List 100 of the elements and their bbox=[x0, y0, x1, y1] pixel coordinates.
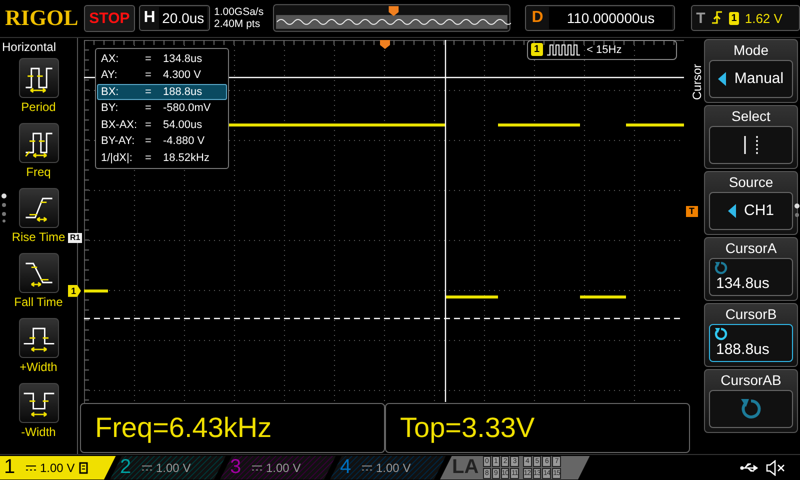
softkey-value-box[interactable]: Manual bbox=[709, 60, 793, 98]
channel-number: 2 bbox=[120, 456, 132, 480]
softkey-label: CursorA bbox=[725, 238, 777, 258]
measure-button[interactable] bbox=[18, 122, 58, 163]
channel-scale: 1.00 V bbox=[266, 460, 301, 475]
equals-sign: = bbox=[145, 118, 152, 132]
readout-label: BX: bbox=[101, 84, 120, 100]
softkey-value-box[interactable]: 188.8us bbox=[709, 324, 793, 362]
run-stop-status[interactable]: STOP bbox=[84, 4, 135, 32]
softkey-panel[interactable]: CursorAB bbox=[704, 368, 798, 433]
rotate-icon bbox=[714, 260, 728, 275]
equals-sign: = bbox=[145, 134, 152, 149]
softkey-value: 134.8us bbox=[716, 274, 770, 292]
brand-logo: RIGOL bbox=[5, 5, 80, 32]
readout-value: 188.8us bbox=[163, 84, 202, 100]
readout-label: BY-AY: bbox=[101, 134, 136, 149]
channel-scale: 1.00 V bbox=[376, 460, 411, 475]
softkey-panel[interactable]: Source CH1 bbox=[704, 170, 798, 235]
measure-button[interactable] bbox=[18, 58, 58, 98]
readout-value: -4.880 V bbox=[163, 134, 205, 149]
trigger-level-marker[interactable]: T bbox=[686, 206, 698, 217]
softkey-label: CursorAB bbox=[720, 370, 782, 390]
timebase-label: H bbox=[142, 9, 156, 28]
readout-value: 4.300 V bbox=[163, 68, 201, 83]
measure-label: Period bbox=[21, 100, 56, 114]
measure-label: Fall Time bbox=[14, 294, 63, 309]
reference-marker: R1 bbox=[68, 232, 82, 243]
softkey-panel[interactable]: CursorA 134.8us bbox=[704, 236, 798, 301]
channel-number: 4 bbox=[340, 456, 352, 480]
equals-sign: = bbox=[145, 68, 152, 83]
trigger-level: 1.62 V bbox=[744, 10, 782, 26]
dc-coupling-icon bbox=[142, 464, 152, 471]
measure-button[interactable] bbox=[18, 382, 58, 423]
measure-button[interactable] bbox=[18, 188, 58, 228]
readout-label: AY: bbox=[101, 68, 118, 83]
measure-label: Freq bbox=[26, 164, 51, 179]
equals-sign: = bbox=[145, 101, 152, 116]
logic-analyzer-label: LA bbox=[452, 456, 479, 480]
measure-button[interactable] bbox=[18, 252, 58, 293]
channel-tab[interactable]: 1 1.00 V bbox=[0, 456, 116, 480]
bandwidth-limit-icon bbox=[78, 462, 88, 474]
readout-label: AX: bbox=[101, 52, 120, 66]
channel-marker[interactable]: 1 bbox=[68, 284, 82, 297]
menu-title: Horizontal bbox=[1, 40, 56, 54]
measure-button[interactable] bbox=[18, 318, 58, 358]
channel-scale: 1.00 V bbox=[40, 460, 75, 475]
channel-tab[interactable]: 3 1.00 V bbox=[220, 456, 336, 480]
measure-label: +Width bbox=[20, 360, 58, 374]
timebase-value: 20.0us bbox=[159, 7, 207, 30]
softkey-panel[interactable]: CursorB 188.8us bbox=[704, 302, 798, 367]
channel-number: 1 bbox=[4, 456, 16, 480]
rotate-icon bbox=[740, 398, 762, 420]
dc-coupling-icon bbox=[26, 464, 36, 471]
readout-value: -580.0mV bbox=[163, 101, 211, 116]
equals-sign: = bbox=[145, 52, 152, 66]
trigger-position-icon bbox=[380, 40, 390, 49]
measurement-readout: Top=3.33V bbox=[385, 402, 690, 453]
readout-value: 134.8us bbox=[163, 52, 202, 66]
readout-label: 1/|dX|: bbox=[101, 150, 134, 166]
softkey-label: Source bbox=[728, 172, 774, 192]
channel-number: 3 bbox=[230, 456, 242, 480]
softkey-value-box[interactable] bbox=[709, 390, 793, 428]
measurement-readout: Freq=6.43kHz bbox=[80, 402, 385, 453]
speaker-muted-icon bbox=[766, 460, 786, 476]
counter-value: < 15Hz bbox=[586, 44, 622, 56]
channel-badge: 1 bbox=[531, 43, 543, 56]
readout-value: 18.52kHz bbox=[163, 150, 210, 166]
usb-icon bbox=[740, 462, 760, 474]
square-wave-icon bbox=[546, 44, 583, 56]
equals-sign: = bbox=[145, 84, 152, 100]
softkey-value-box[interactable]: CH1 bbox=[709, 192, 793, 230]
softkey-label: Select bbox=[732, 106, 770, 126]
softkey-label: CursorB bbox=[725, 304, 777, 324]
left-arrow-icon bbox=[728, 204, 736, 218]
softkey-value: Manual bbox=[734, 70, 784, 88]
left-arrow-icon bbox=[718, 72, 726, 86]
softkey-panel[interactable]: Select bbox=[704, 104, 798, 169]
cursor-line[interactable] bbox=[444, 40, 446, 402]
rotate-icon bbox=[714, 326, 728, 341]
softkey-label: Mode bbox=[733, 40, 769, 60]
measure-label: Rise Time bbox=[12, 230, 66, 244]
channel-tab[interactable]: 4 1.00 V bbox=[330, 456, 446, 480]
menu-title: Cursor bbox=[690, 62, 704, 100]
softkey-value-box[interactable]: 134.8us bbox=[709, 258, 793, 296]
dc-coupling-icon bbox=[252, 464, 262, 471]
delay-label: D bbox=[530, 9, 544, 28]
channel-tab[interactable]: 2 1.00 V bbox=[110, 456, 226, 480]
memory-depth: 2.40M pts bbox=[214, 18, 262, 30]
sample-rate: 1.00GSa/s bbox=[214, 6, 265, 18]
channel-scale: 1.00 V bbox=[156, 460, 191, 475]
softkey-value: 188.8us bbox=[716, 340, 770, 358]
dc-coupling-icon bbox=[362, 464, 372, 471]
readout-value: 54.00us bbox=[163, 118, 202, 132]
page-indicator-icon bbox=[794, 202, 800, 219]
softkey-value: CH1 bbox=[744, 202, 774, 220]
softkey-panel[interactable]: Mode Manual bbox=[704, 38, 798, 103]
channel-badge: 1 bbox=[729, 12, 739, 25]
trigger-label: T bbox=[696, 10, 706, 27]
softkey-value-box[interactable] bbox=[709, 126, 793, 164]
measure-label: -Width bbox=[21, 424, 56, 439]
